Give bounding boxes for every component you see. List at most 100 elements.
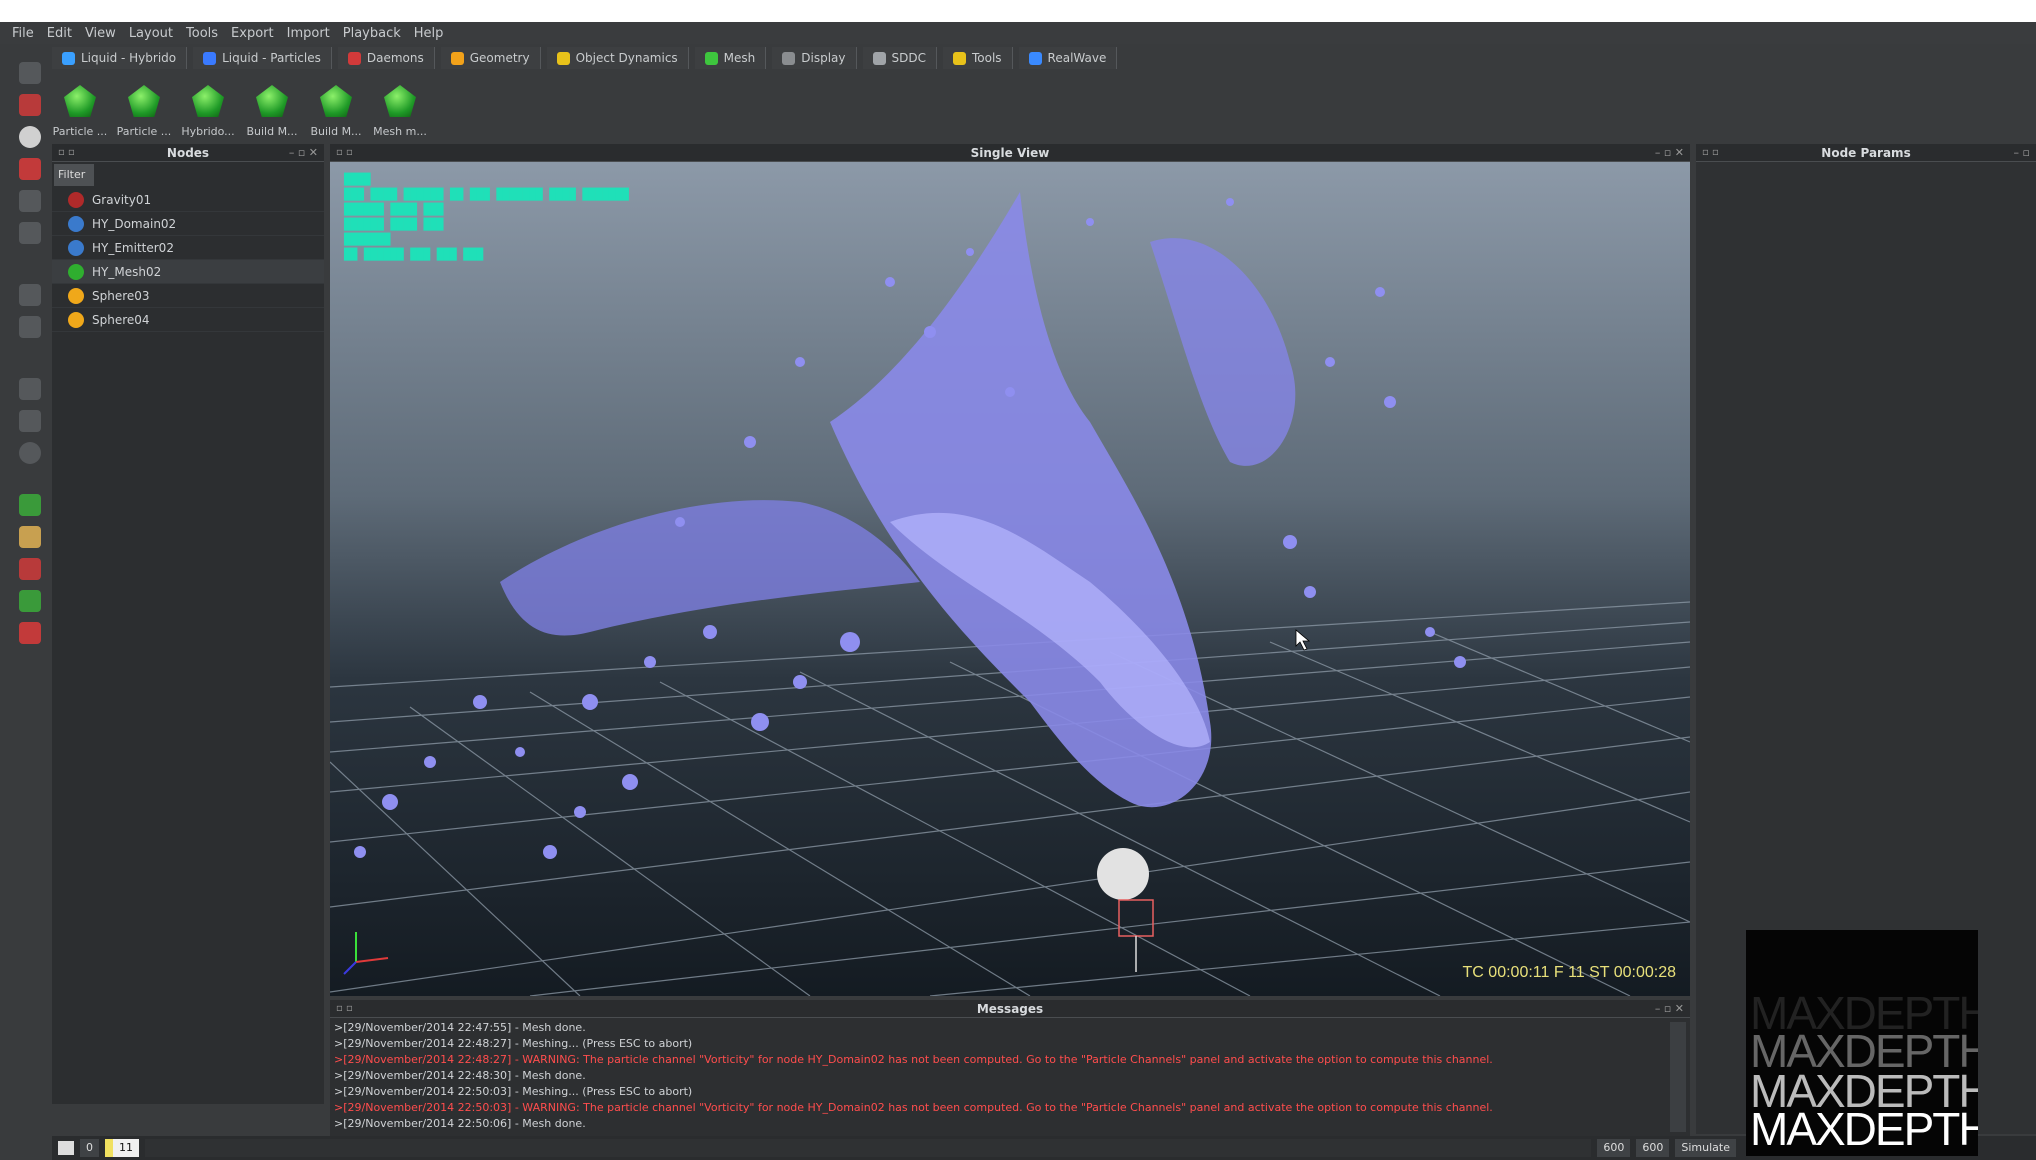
3d-viewport[interactable]: ████ ███ ████ ██████ ██ ███ ███████ ████ …: [330, 162, 1690, 996]
viewport-hud: ████ ███ ████ ██████ ██ ███ ███████ ████ …: [344, 173, 629, 261]
sphere-tool-icon[interactable]: [19, 316, 41, 338]
current-frame-input[interactable]: 11: [105, 1139, 139, 1157]
menu-item-import[interactable]: Import: [287, 26, 330, 41]
node-params-close-icon[interactable]: – ▫: [2014, 144, 2030, 162]
marker-tool-icon[interactable]: [19, 558, 41, 580]
message-line: >[29/November/2014 22:50:06] - Mesh done…: [334, 1117, 586, 1130]
tab-icon: [203, 51, 217, 65]
node-list-item[interactable]: Sphere04: [52, 308, 324, 332]
node-list-item[interactable]: HY_Domain02: [52, 212, 324, 236]
node-label: HY_Domain02: [92, 216, 177, 231]
tab-icon: [347, 51, 361, 65]
lock-icon[interactable]: [58, 1141, 74, 1155]
shelf-tool-icon: [192, 85, 224, 117]
messages-title: Messages: [976, 1002, 1044, 1016]
node-list-item[interactable]: HY_Mesh02: [52, 260, 324, 284]
delete-tool-icon[interactable]: [19, 622, 41, 644]
viewport-scene: [330, 192, 1690, 996]
simulate-button[interactable]: Simulate: [1675, 1139, 1736, 1157]
start-frame-input[interactable]: 0: [80, 1139, 99, 1157]
shelf-tabs: Liquid - Hybrido Liquid - Particles Daemon…: [52, 47, 1118, 73]
tab-tools[interactable]: Tools: [942, 47, 1013, 69]
node-label: HY_Mesh02: [92, 264, 162, 279]
leaf-tool-icon[interactable]: [19, 494, 41, 516]
tab-icon: [62, 51, 75, 65]
menu-item-export[interactable]: Export: [231, 26, 274, 41]
tab-display[interactable]: Display: [772, 47, 857, 69]
viewport-title: Single View: [970, 146, 1050, 160]
tab-label: Mesh: [723, 51, 756, 65]
select-tool-icon[interactable]: [19, 62, 41, 84]
move-tool-icon[interactable]: [19, 94, 41, 116]
maxdepth-logo: MAXDEPTH MAXDEPTH MAXDEPTH MAXDEPTH: [1746, 930, 1978, 1156]
fluid-mesh: [354, 192, 1466, 859]
tab-icon: [1028, 51, 1042, 65]
messages-header: ▫ ▫ Messages – ▫ ✕: [330, 1000, 1690, 1018]
node-list-item[interactable]: Sphere03: [52, 284, 324, 308]
node-icon: [68, 215, 84, 232]
tab-label: Daemons: [366, 51, 424, 65]
cylinder-tool-icon[interactable]: [19, 378, 41, 400]
torus-tool-icon[interactable]: [19, 410, 41, 432]
node-list-item[interactable]: HY_Emitter02: [52, 236, 324, 260]
grid-tool-icon[interactable]: [19, 190, 41, 212]
shelf-tool-label: Build M...: [310, 125, 362, 138]
rotate-tool-icon[interactable]: [19, 126, 41, 148]
panel-close-icon[interactable]: – ▫ ✕: [289, 144, 318, 162]
tab-liquid-hybrido[interactable]: Liquid - Hybrido: [52, 47, 188, 69]
tab-label: Liquid - Hybrido: [81, 51, 177, 65]
timeline-ruler[interactable]: [145, 1139, 1592, 1157]
tab-label: Display: [801, 51, 846, 65]
node-params-header: ▫ ▫ Node Params – ▫: [1696, 144, 2036, 162]
tab-realwave[interactable]: RealWave: [1018, 47, 1118, 69]
node-label: Sphere03: [92, 288, 150, 303]
menu-item-layout[interactable]: Layout: [129, 26, 173, 41]
brush-tool-icon[interactable]: [19, 526, 41, 548]
tab-icon: [704, 51, 718, 65]
messages-panel: ▫ ▫ Messages – ▫ ✕ >[29/November/2014 22:4…: [330, 1000, 1690, 1136]
node-label: HY_Emitter02: [92, 240, 174, 255]
menu-item-tools[interactable]: Tools: [186, 26, 218, 41]
sphere-object[interactable]: [1097, 848, 1149, 900]
message-line: >[29/November/2014 22:48:27] - WARNING: …: [334, 1053, 1493, 1066]
node-icon: [68, 311, 84, 328]
end-frame-input-2[interactable]: 600: [1636, 1139, 1670, 1157]
viewport-header: ▫ ▫ Single View – ▫ ✕: [330, 144, 1690, 162]
shelf-tool-label: Particle ...: [52, 125, 108, 138]
tab-geometry[interactable]: Geometry: [440, 47, 541, 69]
tab-liquid-particles[interactable]: Liquid - Particles: [193, 47, 332, 69]
message-log: >[29/November/2014 22:47:55] - Mesh done…: [334, 1020, 1666, 1136]
shelf-tool-label: Hybrido...: [181, 125, 235, 138]
tab-daemons[interactable]: Daemons: [337, 47, 435, 69]
filter-tab[interactable]: Filter: [54, 164, 94, 186]
shelf-tool-label: Mesh m...: [373, 125, 427, 138]
messages-close-icon[interactable]: – ▫ ✕: [1655, 1000, 1684, 1018]
messages-scrollbar[interactable]: [1670, 1022, 1686, 1132]
message-line: >[29/November/2014 22:48:30] - Mesh done…: [334, 1069, 586, 1082]
shelf-tool-icon: [128, 85, 160, 117]
tab-icon: [952, 51, 966, 65]
shelf-tool-label: Build M...: [246, 125, 298, 138]
save-tool-icon[interactable]: [19, 590, 41, 612]
object-tool-icon[interactable]: [19, 222, 41, 244]
menu-item-view[interactable]: View: [85, 26, 116, 41]
end-frame-input[interactable]: 600: [1597, 1139, 1631, 1157]
menu-item-help[interactable]: Help: [414, 26, 444, 41]
tab-mesh[interactable]: Mesh: [694, 47, 767, 69]
tab-object-dynamics[interactable]: Object Dynamics: [546, 47, 689, 69]
menu-item-edit[interactable]: Edit: [47, 26, 72, 41]
viewport-close-icon[interactable]: – ▫ ✕: [1655, 144, 1684, 162]
mouse-cursor-icon: [1295, 629, 1311, 651]
menu-item-playback[interactable]: Playback: [343, 26, 401, 41]
tab-label: SDDC: [891, 51, 926, 65]
ball-tool-icon[interactable]: [19, 442, 41, 464]
menu-item-file[interactable]: File: [12, 26, 34, 41]
node-label: Sphere04: [92, 312, 150, 327]
tab-label: Geometry: [469, 51, 530, 65]
tab-label: Tools: [971, 51, 1002, 65]
emitter-gizmo[interactable]: [1118, 899, 1154, 937]
cube-tool-icon[interactable]: [19, 284, 41, 306]
tab-sddc[interactable]: SDDC: [862, 47, 937, 69]
node-list-item[interactable]: Gravity01: [52, 188, 324, 212]
scale-tool-icon[interactable]: [19, 158, 41, 180]
